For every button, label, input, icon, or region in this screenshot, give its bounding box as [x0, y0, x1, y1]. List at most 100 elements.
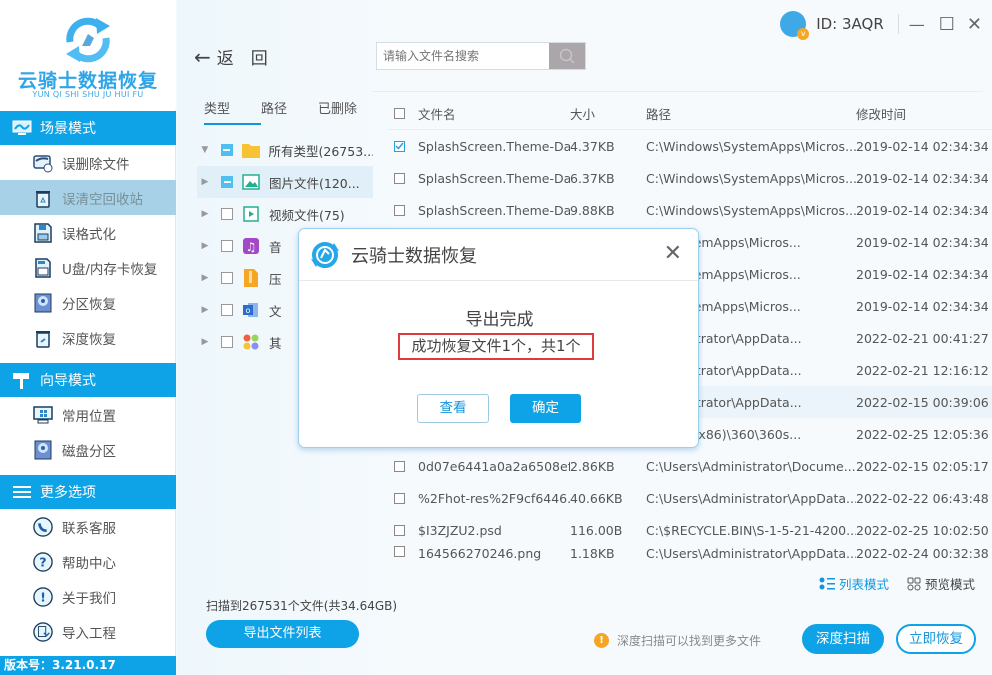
select-all-checkbox[interactable]	[393, 108, 405, 119]
document-icon: o	[242, 301, 260, 319]
sidebar-item-help-center[interactable]: ? 帮助中心	[0, 544, 176, 579]
toolbar-divider	[373, 91, 983, 92]
sidebar-item-label: 误格式化	[62, 226, 116, 243]
file-size: 40.66KB	[570, 490, 623, 506]
row-checkbox[interactable]	[393, 492, 405, 504]
signpost-icon	[12, 371, 32, 389]
minimize-button[interactable]: —	[909, 15, 925, 34]
deep-scan-hint: ! 深度扫描可以找到更多文件	[594, 632, 761, 649]
sidebar-item-import-project[interactable]: 导入工程	[0, 614, 176, 649]
tree-label: 压	[269, 271, 282, 287]
header-time[interactable]: 修改时间	[856, 104, 992, 123]
sidebar-item-about-us[interactable]: ! 关于我们	[0, 579, 176, 614]
app-name: 云骑士数据恢复	[17, 70, 158, 92]
partition-disk-icon	[33, 293, 53, 313]
row-checkbox[interactable]	[393, 460, 405, 472]
sidebar-item-disk-partition[interactable]: 磁盘分区	[0, 432, 176, 467]
list-mode-button[interactable]: 列表模式	[819, 574, 889, 593]
file-size: 6.37KB	[570, 170, 615, 186]
expand-arrow-icon[interactable]: ▶	[197, 209, 213, 219]
row-checkbox[interactable]	[393, 546, 405, 557]
tab-type[interactable]: 类型	[204, 98, 261, 125]
row-checkbox[interactable]	[393, 140, 405, 152]
search-box	[376, 42, 586, 70]
expand-arrow-icon[interactable]: ▶	[197, 177, 213, 187]
tree-item-videos[interactable]: ▶ 视频文件(75)	[197, 198, 373, 230]
music-icon: ♫	[242, 237, 260, 255]
file-path: C:\Windows\SystemApps\Micros...	[646, 170, 856, 186]
file-size: 4.37KB	[570, 138, 615, 154]
view-mode-switch: 列表模式 预览模式	[819, 574, 975, 593]
file-size: 9.88KB	[570, 202, 615, 218]
dialog-close-button[interactable]: ✕	[664, 241, 682, 266]
tree-checkbox[interactable]	[221, 176, 233, 188]
preview-mode-button[interactable]: 预览模式	[907, 574, 975, 593]
table-row[interactable]: $I3ZJZU2.psd 116.00B C:\$RECYCLE.BIN\S-1-5…	[388, 514, 992, 546]
user-id: ID: 3AQR	[816, 15, 884, 33]
sidebar-item-formatted[interactable]: 误格式化	[0, 215, 176, 250]
sidebar-item-partition-recovery[interactable]: 分区恢复	[0, 285, 176, 320]
row-checkbox[interactable]	[393, 172, 405, 184]
tab-path[interactable]: 路径	[261, 98, 318, 125]
back-button[interactable]: ← 返 回	[194, 44, 268, 70]
file-modified-time: 2019-02-14 02:34:34	[856, 266, 989, 282]
table-row[interactable]: SplashScreen.Theme-Da... 4.37KB C:\Windows…	[388, 130, 992, 162]
search-input[interactable]	[377, 43, 549, 69]
export-file-list-button[interactable]: 导出文件列表	[206, 620, 359, 648]
section-more-options: 更多选项	[0, 475, 176, 509]
table-row[interactable]: 164566270246.png 1.18KB C:\Users\Administr…	[388, 546, 992, 564]
file-path: C:\Windows\SystemApps\Micros...	[646, 138, 856, 154]
maximize-button[interactable]: ☐	[939, 14, 955, 35]
expand-arrow-icon[interactable]: ▶	[197, 337, 213, 347]
warning-icon: !	[594, 633, 609, 648]
tree-label: 其	[269, 335, 282, 351]
recover-now-button[interactable]: 立即恢复	[896, 624, 976, 654]
expand-arrow-icon[interactable]: ▶	[197, 241, 213, 251]
app-logo-icon	[311, 241, 339, 268]
close-button[interactable]: ✕	[967, 14, 982, 35]
file-modified-time: 2022-02-25 12:05:36	[856, 426, 989, 442]
confirm-button[interactable]: 确定	[510, 394, 581, 423]
file-size: 116.00B	[570, 522, 623, 538]
file-path: C:\Users\Administrator\AppData...	[646, 546, 856, 561]
tree-item-all-types[interactable]: ▼ 所有类型(26753...	[197, 134, 373, 166]
file-modified-time: 2019-02-14 02:34:34	[856, 298, 989, 314]
sidebar-item-label: 导入工程	[62, 625, 116, 642]
expand-arrow-icon[interactable]: ▶	[197, 305, 213, 315]
row-checkbox[interactable]	[393, 204, 405, 216]
table-row[interactable]: SplashScreen.Theme-Da... 6.37KB C:\Windows…	[388, 162, 992, 194]
user-avatar-icon[interactable]: v	[780, 11, 810, 40]
tree-checkbox[interactable]	[221, 272, 233, 284]
header-size[interactable]: 大小	[570, 104, 646, 123]
section-title: 场景模式	[40, 121, 96, 137]
row-checkbox[interactable]	[393, 524, 405, 536]
sidebar-item-deep-recovery[interactable]: 深度恢复	[0, 320, 176, 355]
sidebar-item-contact-support[interactable]: 联系客服	[0, 509, 176, 544]
tree-checkbox[interactable]	[221, 304, 233, 316]
tree-checkbox[interactable]	[221, 208, 233, 220]
hint-text: 深度扫描可以找到更多文件	[617, 634, 762, 648]
sidebar-item-deleted-files[interactable]: 误删除文件	[0, 145, 176, 180]
sidebar-item-usb-card[interactable]: U盘/内存卡恢复	[0, 250, 176, 285]
tree-checkbox[interactable]	[220, 144, 233, 156]
header-path[interactable]: 路径	[646, 104, 856, 123]
table-header: 文件名 大小 路径 修改时间	[388, 98, 992, 130]
sidebar-item-emptied-recycle-bin[interactable]: 误清空回收站	[0, 180, 176, 215]
header-name[interactable]: 文件名	[410, 104, 570, 123]
table-row[interactable]: 0d07e6441a0a2a6508ef... 2.86KB C:\Users\Ad…	[388, 450, 992, 482]
deep-scan-button[interactable]: 深度扫描	[802, 624, 884, 654]
tab-deleted[interactable]: 已删除	[318, 98, 375, 125]
expand-arrow-icon[interactable]: ▶	[197, 273, 213, 283]
file-modified-time: 2022-02-21 00:41:27	[856, 330, 989, 346]
tree-checkbox[interactable]	[221, 336, 233, 348]
collapse-arrow-icon[interactable]: ▼	[197, 145, 213, 155]
view-button[interactable]: 查看	[417, 394, 489, 423]
tree-checkbox[interactable]	[221, 240, 233, 252]
monitor-wave-icon	[12, 119, 32, 137]
deep-restore-bin-icon	[33, 328, 53, 348]
search-button[interactable]	[549, 43, 585, 69]
tree-item-images[interactable]: ▶ 图片文件(120...	[197, 166, 373, 198]
sidebar-item-common-locations[interactable]: 常用位置	[0, 397, 176, 432]
table-row[interactable]: %2Fhot-res%2F9cf6446... 40.66KB C:\Users\A…	[388, 482, 992, 514]
table-row[interactable]: SplashScreen.Theme-Da... 9.88KB C:\Windows…	[388, 194, 992, 226]
